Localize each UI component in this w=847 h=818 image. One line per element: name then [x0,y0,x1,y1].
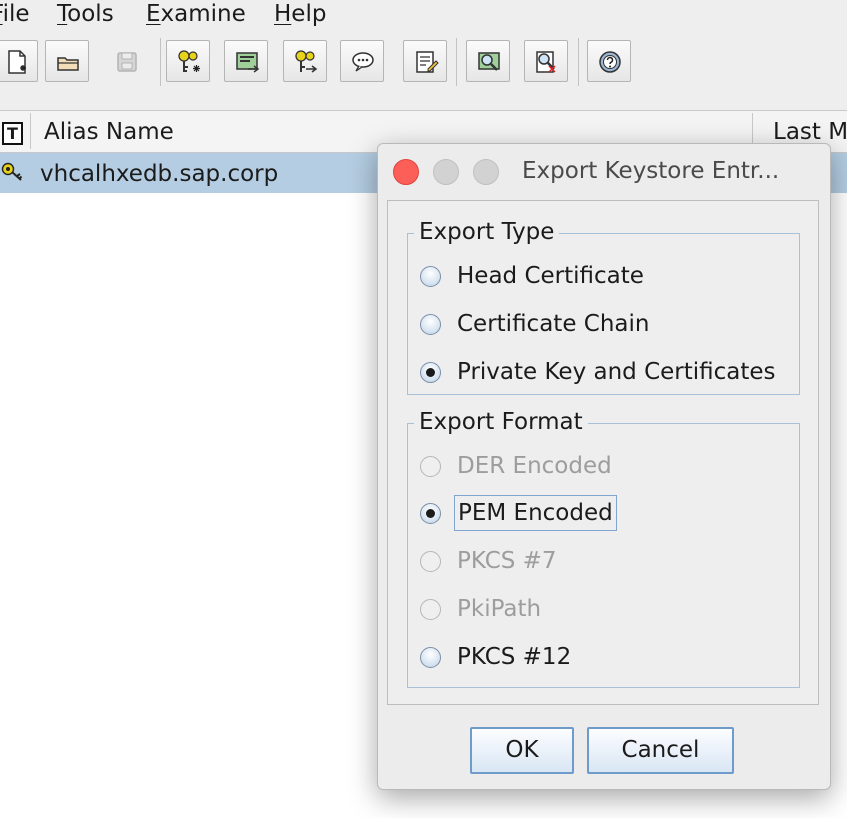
minimize-window-button[interactable] [433,159,459,185]
radio-button-icon [420,551,441,572]
open-keystore-button[interactable] [45,40,89,82]
radio-private-key-and-certificates[interactable]: Private Key and Certificates [420,354,790,390]
save-keystore-button[interactable] [104,40,148,82]
import-trusted-cert-icon [352,52,374,72]
menu-examine[interactable]: Examine [146,0,246,30]
radio-head-certificate[interactable]: Head Certificate [420,258,790,294]
export-keystore-entry-dialog: Export Keystore Entr... Export Type Head… [377,143,831,790]
radio-button-icon [420,266,441,287]
cancel-button[interactable]: Cancel [587,727,734,774]
menu-tools[interactable]: Tools [57,0,114,30]
export-type-title: Export Type [414,217,560,247]
type-column-icon: T [2,122,23,145]
radio-certificate-chain[interactable]: Certificate Chain [420,306,790,342]
radio-button-icon [420,647,441,668]
close-window-button[interactable] [393,159,419,185]
radio-label: PkiPath [457,596,542,622]
keystore-properties-icon [416,51,439,73]
radio-label: PKCS #12 [457,644,572,670]
radio-button-selected-icon [420,362,441,383]
column-header-alias-name[interactable]: Alias Name [44,111,174,152]
radio-pem-encoded[interactable]: PEM Encoded [420,495,790,531]
save-keystore-icon [117,52,137,72]
ok-button[interactable]: OK [470,727,574,774]
toolbar-separator [578,38,579,86]
menu-file[interactable]: File [0,0,30,30]
radio-label: Certificate Chain [457,311,650,337]
toolbar-separator [160,38,161,86]
radio-pkcs12[interactable]: PKCS #12 [420,639,790,675]
examine-certificate-button[interactable] [466,40,510,82]
menu-help[interactable]: Help [274,0,326,30]
export-format-group: Export Format DER Encoded PEM Encoded PK… [407,407,800,688]
radio-label: PEM Encoded [454,495,617,531]
menu-bar: File Tools Examine Help [0,0,847,30]
generate-certificate-icon [236,52,260,73]
generate-key-pair-icon [178,50,200,72]
radio-pkipath: PkiPath [420,591,790,627]
radio-label: Head Certificate [457,263,644,289]
export-type-group: Export Type Head Certificate Certificate… [407,217,800,395]
examine-crl-button[interactable] [524,40,568,82]
radio-der-encoded: DER Encoded [420,448,790,484]
examine-certificate-icon [478,52,500,71]
help-icon [599,51,621,73]
radio-label: Private Key and Certificates [457,359,776,385]
examine-crl-icon [536,51,556,73]
keystore-properties-button[interactable] [403,40,447,82]
toolbar-separator [456,38,457,86]
key-pair-icon [1,162,23,181]
dialog-titlebar[interactable]: Export Keystore Entr... [378,144,830,194]
toolbar [0,30,847,111]
import-trusted-certificate-button[interactable] [340,40,384,82]
import-key-pair-button[interactable] [283,40,327,82]
radio-button-selected-icon [420,503,441,524]
zoom-window-button[interactable] [473,159,499,185]
generate-certificate-button[interactable] [224,40,268,82]
radio-label: DER Encoded [457,453,612,479]
new-keystore-icon [8,50,26,74]
radio-button-icon [420,456,441,477]
radio-button-icon [420,314,441,335]
alias-cell: vhcalhxedb.sap.corp [40,161,279,187]
import-key-pair-icon [295,50,318,73]
export-format-title: Export Format [414,407,588,437]
generate-key-pair-button[interactable] [166,40,210,82]
radio-button-icon [420,599,441,620]
help-button[interactable] [587,40,631,82]
column-header-type[interactable]: T [0,113,31,149]
radio-label: PKCS #7 [457,548,557,574]
new-keystore-button[interactable] [0,40,38,82]
dialog-title: Export Keystore Entr... [522,158,780,184]
dialog-body: Export Type Head Certificate Certificate… [387,200,819,705]
radio-pkcs7: PKCS #7 [420,543,790,579]
open-keystore-icon [57,57,79,71]
